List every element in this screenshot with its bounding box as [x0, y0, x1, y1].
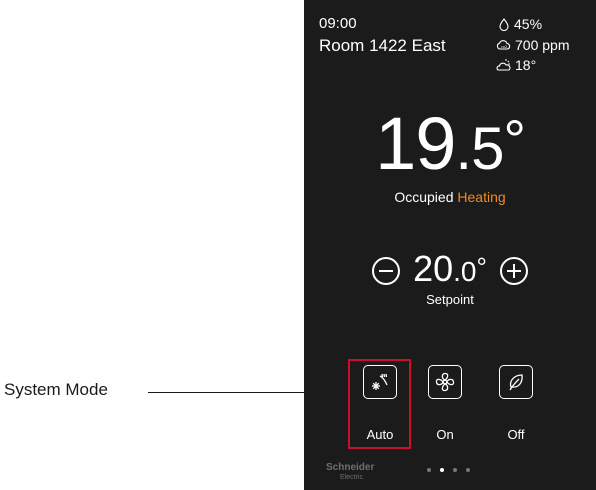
mode-auto-label: Auto — [366, 427, 394, 442]
current-temp-decimal: .5 — [455, 115, 504, 182]
outdoor-weather-icon — [496, 58, 511, 72]
brand-logo: Schneider Electric — [326, 463, 374, 483]
auto-fan-icon — [372, 373, 388, 390]
svg-text:co2: co2 — [501, 45, 507, 49]
co2-readout: co2 700 ppm — [496, 37, 569, 53]
humidity-value: 45% — [514, 16, 543, 32]
outdoor-temp-value: 18° — [515, 57, 537, 73]
co2-value: 700 ppm — [515, 37, 570, 53]
decrease-setpoint-button[interactable] — [369, 254, 403, 288]
brand-name: Schneider — [326, 462, 375, 473]
mode-off-label: Off — [507, 427, 525, 442]
current-temp-degree: ° — [503, 108, 525, 171]
mode-on-button[interactable] — [428, 365, 462, 399]
page-indicator — [427, 468, 470, 472]
thermostat-screen: 09:00 Room 1422 East 45% co2 700 ppm 18°… — [304, 0, 596, 490]
current-temperature: 19.5° — [304, 100, 596, 193]
fan-icon — [435, 372, 455, 392]
mode-auto-button[interactable] — [363, 365, 397, 399]
setpoint-value: 20.0° — [413, 247, 487, 294]
minus-circle-icon — [372, 256, 401, 285]
setpoint-label: Setpoint — [426, 292, 474, 307]
page-dot[interactable] — [466, 468, 470, 472]
setpoint-whole: 20 — [413, 248, 454, 289]
mode-on-label: On — [436, 427, 454, 442]
increase-setpoint-button[interactable] — [497, 254, 531, 288]
status-line: Occupied Heating — [304, 189, 596, 205]
leaf-icon — [509, 374, 523, 391]
co2-cloud-icon: co2 — [496, 39, 511, 52]
outdoor-temp-readout: 18° — [496, 57, 536, 73]
system-mode-callout-label: System Mode — [4, 380, 108, 399]
clock-time: 09:00 — [319, 15, 357, 32]
setpoint-decimal: .0 — [453, 256, 477, 287]
occupancy-status: Occupied — [394, 189, 454, 205]
current-temp-whole: 19 — [375, 102, 456, 185]
setpoint-control: 20.0° — [304, 247, 596, 294]
humidity-drop-icon — [498, 17, 510, 31]
page-dot-active[interactable] — [440, 468, 444, 472]
room-name: Room 1422 East — [319, 36, 446, 55]
mode-off-button[interactable] — [499, 365, 533, 399]
brand-subtitle: Electric — [340, 474, 363, 481]
plus-circle-icon — [499, 256, 528, 285]
page-dot[interactable] — [453, 468, 457, 472]
humidity-readout: 45% — [498, 16, 542, 32]
setpoint-degree: ° — [476, 252, 487, 282]
page-dot[interactable] — [427, 468, 431, 472]
heating-status: Heating — [457, 189, 506, 205]
